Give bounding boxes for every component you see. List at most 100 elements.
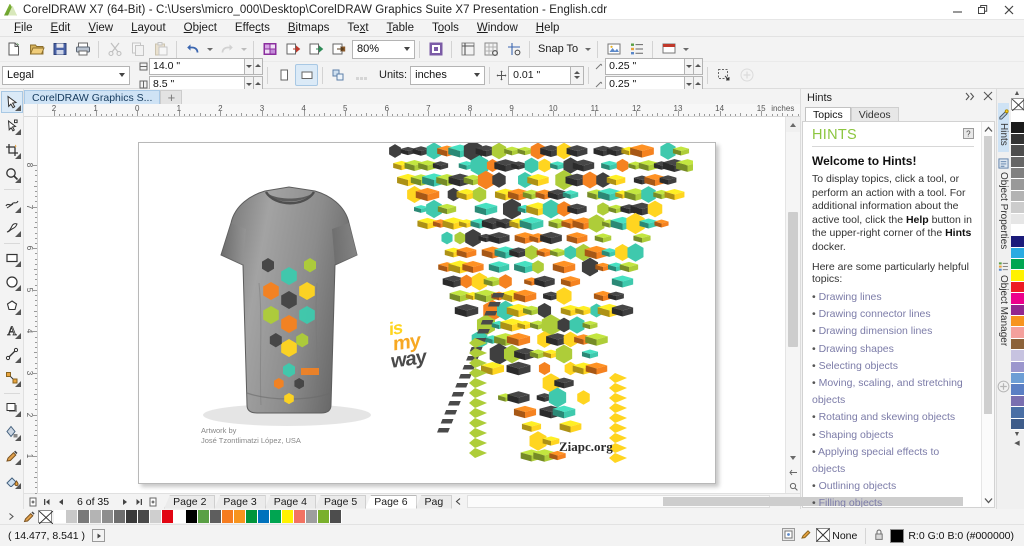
duplicate-x-value[interactable]: 0.25 " xyxy=(605,57,686,75)
docker-scroll-down-icon[interactable] xyxy=(982,493,994,507)
zoom-level-combo[interactable]: 80% xyxy=(352,39,415,59)
close-icon[interactable] xyxy=(996,1,1022,20)
add-page-after-icon[interactable] xyxy=(146,495,160,509)
document-palette-swatch[interactable] xyxy=(90,510,102,523)
hint-topic-link[interactable]: Drawing lines xyxy=(812,289,974,306)
hint-topic-link[interactable]: Filling objects xyxy=(812,495,974,507)
nudge-spinner[interactable] xyxy=(571,65,585,85)
snap-to-dropdown-icon[interactable] xyxy=(582,38,593,60)
shape-tool[interactable] xyxy=(1,115,23,137)
document-palette-swatch[interactable] xyxy=(282,510,294,523)
export-icon[interactable] xyxy=(281,38,304,60)
hint-topic-link[interactable]: Selecting objects xyxy=(812,358,974,375)
scroll-down-icon[interactable] xyxy=(786,451,800,465)
palette-scroll-down-icon[interactable]: ▼ xyxy=(1010,430,1024,439)
document-palette-swatch[interactable] xyxy=(138,510,150,523)
color-swatch[interactable] xyxy=(1010,167,1024,180)
menu-layout[interactable]: Layout xyxy=(122,20,175,37)
color-swatch[interactable] xyxy=(1010,384,1024,396)
open-document-icon[interactable] xyxy=(25,38,48,60)
hint-topic-link[interactable]: Drawing shapes xyxy=(812,341,974,358)
cut-icon[interactable] xyxy=(103,38,126,60)
color-swatch[interactable] xyxy=(1010,190,1024,203)
rectangle-tool[interactable] xyxy=(1,247,23,269)
page-tab-5[interactable]: Page 6 xyxy=(365,494,417,509)
document-palette-swatch[interactable] xyxy=(66,510,78,523)
color-swatch[interactable] xyxy=(1010,133,1024,146)
document-palette-swatch[interactable] xyxy=(306,510,318,523)
save-document-icon[interactable] xyxy=(48,38,71,60)
menu-object[interactable]: Object xyxy=(175,20,226,37)
restore-icon[interactable] xyxy=(970,1,996,20)
palette-expand-icon[interactable]: ◀ xyxy=(1010,439,1024,448)
crop-tool[interactable] xyxy=(1,139,23,161)
publish-pdf-icon[interactable] xyxy=(327,38,350,60)
landscape-orientation-icon[interactable] xyxy=(295,64,318,86)
zoom-dropdown-icon[interactable] xyxy=(399,41,414,58)
new-document-icon[interactable] xyxy=(2,38,25,60)
document-palette-swatch[interactable] xyxy=(54,510,66,523)
color-swatch[interactable] xyxy=(1010,156,1024,168)
zoom-out-canvas-icon[interactable] xyxy=(786,465,800,479)
page-tab-3[interactable]: Page 4 xyxy=(264,494,316,509)
document-palette-swatch[interactable] xyxy=(294,510,306,523)
document-palette-swatch[interactable] xyxy=(150,510,162,523)
document-palette-swatch[interactable] xyxy=(186,510,198,523)
vertical-ruler[interactable]: 87654321 xyxy=(24,117,38,494)
palette-none-swatch[interactable] xyxy=(38,510,53,524)
menu-window[interactable]: Window xyxy=(468,20,527,37)
add-toolbar-item-icon[interactable] xyxy=(735,64,758,86)
drawing-canvas[interactable]: is my way Ziapc.org Artwork by José Tzon… xyxy=(38,117,785,493)
color-swatch[interactable] xyxy=(1010,213,1024,225)
document-palette-swatch[interactable] xyxy=(270,510,282,523)
hint-topic-link[interactable]: Moving, scaling, and stretching objects xyxy=(812,375,974,409)
vertical-tab-object-manager[interactable]: Object Manager xyxy=(998,255,1009,352)
export-to-icon[interactable] xyxy=(304,38,327,60)
fill-color-swatch[interactable] xyxy=(890,529,905,543)
menu-view[interactable]: View xyxy=(79,20,122,37)
page-width-spinner[interactable] xyxy=(245,57,254,75)
show-rulers-icon[interactable] xyxy=(456,38,479,60)
first-page-icon[interactable] xyxy=(40,495,54,509)
duplicate-x-spinner[interactable] xyxy=(685,57,695,75)
vertical-tab-hints[interactable]: Hints xyxy=(998,103,1009,152)
document-palette-swatch[interactable] xyxy=(246,510,258,523)
palette-no-color-swatch[interactable] xyxy=(1010,98,1024,111)
color-swatch[interactable] xyxy=(1010,145,1024,157)
document-tab[interactable]: CorelDRAW Graphics S... xyxy=(24,90,161,104)
outline-none-swatch[interactable] xyxy=(816,527,831,545)
units-dropdown-icon[interactable] xyxy=(469,67,484,84)
palette-menu-icon[interactable] xyxy=(2,512,20,521)
hint-topic-link[interactable]: Outlining objects xyxy=(812,478,974,495)
color-swatch[interactable] xyxy=(1010,361,1024,373)
color-swatch[interactable] xyxy=(1010,236,1024,248)
vertical-tab-object-properties[interactable]: Object Properties xyxy=(998,152,1009,255)
zoom-in-canvas-icon[interactable] xyxy=(786,479,800,493)
last-page-icon[interactable] xyxy=(132,495,146,509)
document-palette-swatch[interactable] xyxy=(222,510,234,523)
new-document-tab-icon[interactable]: + xyxy=(160,90,183,105)
hint-topic-link[interactable]: Drawing dimension lines xyxy=(812,323,974,340)
scroll-up-icon[interactable] xyxy=(786,117,800,132)
text-tool[interactable]: A xyxy=(1,319,23,341)
color-swatch[interactable] xyxy=(1010,395,1024,408)
color-swatch[interactable] xyxy=(1010,327,1024,339)
status-expand-icon[interactable] xyxy=(92,529,106,542)
redo-icon[interactable] xyxy=(215,38,238,60)
page-size-dropdown-icon[interactable] xyxy=(114,67,129,84)
horizontal-ruler[interactable]: 2 1 0 1 2 3 4 5 6 7 8 9 10 11 12 13 14 15 inches xyxy=(38,104,800,117)
menu-effects[interactable]: Effects xyxy=(226,20,279,37)
page-tabs-scroll-left-icon[interactable] xyxy=(451,495,465,509)
document-palette-swatch[interactable] xyxy=(318,510,330,523)
drop-shadow-tool[interactable] xyxy=(1,397,23,419)
zoom-tool[interactable] xyxy=(1,163,23,185)
color-swatch[interactable] xyxy=(1010,122,1024,134)
nudge-value[interactable]: 0.01 " xyxy=(508,65,572,85)
hint-topic-link[interactable]: Applying special effects to objects xyxy=(812,444,974,478)
minimize-icon[interactable] xyxy=(944,1,970,20)
page-tab-6[interactable]: Pag xyxy=(415,494,453,509)
color-swatch[interactable] xyxy=(1010,111,1024,123)
document-palette-swatch[interactable] xyxy=(78,510,90,523)
color-swatch[interactable] xyxy=(1010,259,1024,271)
portrait-orientation-icon[interactable] xyxy=(272,64,295,86)
